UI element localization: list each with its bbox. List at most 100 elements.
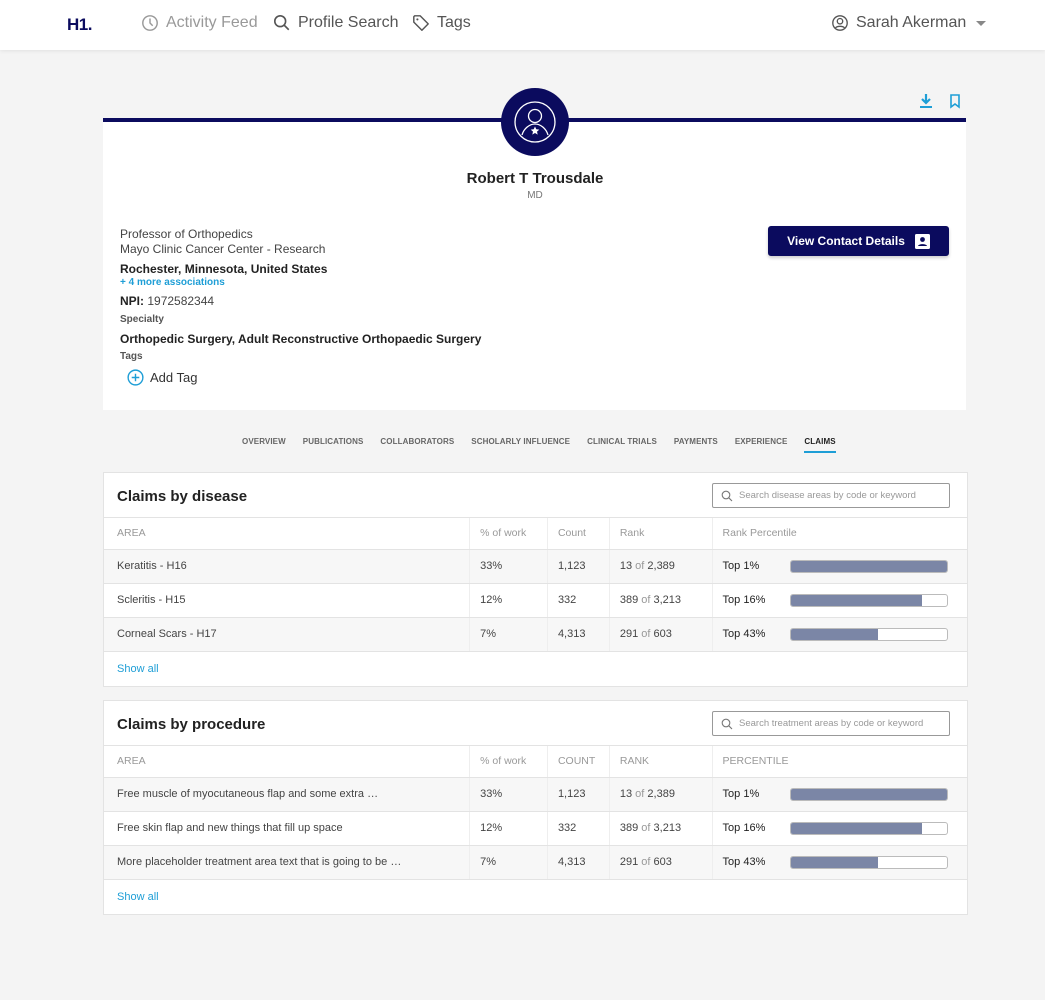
area-cell: Corneal Scars - H17: [104, 617, 470, 652]
panel-header: Claims by disease: [104, 473, 967, 518]
contact-card-icon: [914, 233, 930, 249]
percentile-bar-fill: [790, 628, 878, 640]
work-cell: 7%: [469, 617, 548, 652]
user-menu[interactable]: Sarah Akerman: [831, 14, 987, 32]
percentile-bar-fill: [790, 822, 922, 834]
top-nav: H1. Activity Feed Profile Search Tags Sa…: [0, 0, 1045, 50]
table-row[interactable]: Keratitis - H16 33% 1,123 13 of 2,389 To…: [104, 549, 967, 584]
rank-value: 13: [619, 788, 633, 800]
percentile-bar: [789, 821, 948, 835]
nav-tags[interactable]: Tags: [412, 14, 471, 32]
add-tag-button[interactable]: Add Tag: [127, 369, 197, 386]
profile-tabs: OVERVIEW PUBLICATIONS COLLABORATORS SCHOLAR…: [242, 437, 836, 453]
percentile-cell: Top 16%: [711, 811, 967, 846]
table-row[interactable]: More placeholder treatment area text tha…: [104, 845, 967, 880]
chevron-down-icon: [976, 20, 987, 26]
table-row[interactable]: Free skin flap and new things that fill …: [104, 811, 967, 846]
tab-scholarly-influence[interactable]: SCHOLARLY INFLUENCE: [471, 437, 570, 453]
download-icon[interactable]: [918, 93, 934, 109]
nav-activity-feed[interactable]: Activity Feed: [141, 14, 258, 32]
tab-experience[interactable]: EXPERIENCE: [735, 437, 788, 453]
tab-publications[interactable]: PUBLICATIONS: [303, 437, 364, 453]
column-header[interactable]: COUNT: [546, 746, 610, 778]
rank-total: 2,389: [647, 560, 675, 572]
percentile-bar-fill: [790, 856, 878, 868]
rank-cell: 13 of 2,389: [608, 777, 713, 812]
tab-collaborators[interactable]: COLLABORATORS: [380, 437, 454, 453]
rank-of: of: [641, 822, 651, 834]
tab-overview[interactable]: OVERVIEW: [242, 437, 286, 453]
rank-of: of: [641, 594, 651, 606]
percentile-label: Top 16%: [722, 822, 766, 834]
nav-activity-feed-label: Activity Feed: [166, 14, 258, 31]
plus-circle-icon: [127, 369, 144, 386]
area-cell: Free muscle of myocutaneous flap and som…: [104, 777, 470, 812]
percentile-bar: [789, 559, 948, 573]
profile-actions: [918, 93, 963, 109]
bookmark-icon[interactable]: [947, 93, 963, 109]
rank-cell: 291 of 603: [608, 617, 713, 652]
search-field[interactable]: [712, 711, 950, 736]
rank-of: of: [635, 560, 645, 572]
view-contact-details-label: View Contact Details: [787, 234, 905, 248]
rank-of: of: [641, 856, 651, 868]
column-header[interactable]: PERCENTILE: [711, 746, 967, 778]
table-row[interactable]: Scleritis - H15 12% 332 389 of 3,213 Top…: [104, 583, 967, 618]
work-cell: 12%: [469, 811, 548, 846]
column-header[interactable]: Rank: [608, 518, 713, 550]
rank-total: 603: [653, 856, 672, 868]
percentile-bar-fill: [790, 594, 922, 606]
specialty-label: Specialty: [120, 314, 164, 325]
show-all-link[interactable]: Show all: [104, 652, 967, 686]
rank-of: of: [641, 628, 651, 640]
percentile-bar-fill: [790, 788, 947, 800]
column-header[interactable]: % of work: [469, 518, 548, 550]
work-cell: 33%: [469, 777, 548, 812]
area-cell: Keratitis - H16: [104, 549, 470, 584]
panel-header: Claims by procedure: [104, 701, 967, 746]
table-row[interactable]: Corneal Scars - H17 7% 4,313 291 of 603 …: [104, 617, 967, 652]
user-icon: [832, 15, 848, 31]
percentile-label: Top 1%: [722, 560, 760, 572]
claims-table: AREA% of work COUNT RANK PERCENTILE Free mu…: [104, 746, 967, 880]
table-header-row: AREA% of work COUNT RANK PERCENTILE: [104, 746, 967, 778]
show-all-link[interactable]: Show all: [104, 880, 967, 914]
tab-payments[interactable]: PAYMENTS: [674, 437, 718, 453]
column-header[interactable]: RANK: [608, 746, 713, 778]
claims-table: AREA% of work Count Rank Rank Percentile Ke…: [104, 518, 967, 652]
profile-degree: MD: [527, 190, 543, 201]
more-associations-link[interactable]: + 4 more associations: [120, 277, 225, 288]
profile-organization: Mayo Clinic Cancer Center - Research: [120, 242, 326, 256]
column-header[interactable]: AREA: [104, 746, 470, 778]
column-header[interactable]: Count: [546, 518, 610, 550]
tab-claims[interactable]: CLAIMS: [804, 437, 836, 453]
search-input[interactable]: [739, 718, 944, 729]
panel-title: Claims by disease: [117, 488, 248, 505]
count-cell: 4,313: [546, 617, 610, 652]
table-row[interactable]: Free muscle of myocutaneous flap and som…: [104, 777, 967, 812]
column-header[interactable]: % of work: [469, 746, 548, 778]
tab-clinical-trials[interactable]: CLINICAL TRIALS: [587, 437, 657, 453]
search-input[interactable]: [739, 490, 944, 501]
rank-total: 603: [653, 628, 672, 640]
logo[interactable]: H1.: [67, 15, 92, 35]
work-cell: 33%: [469, 549, 548, 584]
percentile-bar: [789, 627, 948, 641]
panel-title: Claims by procedure: [117, 716, 266, 733]
rank-cell: 13 of 2,389: [608, 549, 713, 584]
search-icon: [273, 14, 290, 31]
user-name: Sarah Akerman: [856, 14, 967, 31]
count-cell: 1,123: [546, 549, 610, 584]
search-field[interactable]: [712, 483, 950, 508]
rank-value: 389: [619, 594, 639, 606]
rank-cell: 389 of 3,213: [608, 811, 713, 846]
percentile-cell: Top 1%: [711, 777, 967, 812]
nav-profile-search[interactable]: Profile Search: [273, 14, 399, 32]
percentile-bar: [789, 855, 948, 869]
column-header[interactable]: Rank Percentile: [711, 518, 967, 550]
view-contact-details-button[interactable]: View Contact Details: [768, 226, 949, 256]
npi: NPI: 1972582344: [120, 294, 214, 308]
nav-profile-search-label: Profile Search: [298, 14, 399, 31]
column-header[interactable]: AREA: [104, 518, 470, 550]
profile-location: Rochester, Minnesota, United States: [120, 262, 328, 276]
